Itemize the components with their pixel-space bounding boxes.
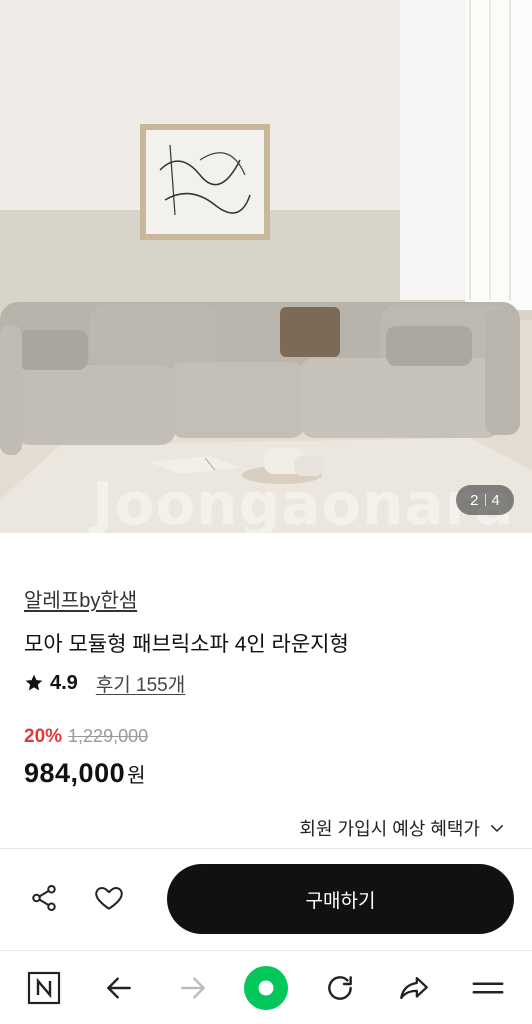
counter-current: 2	[470, 491, 479, 509]
sofa-photo	[0, 0, 532, 533]
counter-separator	[484, 494, 486, 506]
final-price: 984,000 원	[24, 758, 146, 789]
rating-score: 4.9	[50, 671, 78, 694]
discount-rate: 20%	[24, 726, 63, 747]
purchase-action-bar: 구매하기	[0, 849, 532, 949]
benefit-label: 회원 가입시 예상 혜택가	[299, 819, 480, 839]
brand-link[interactable]: 알레프by한샘	[24, 584, 137, 613]
refresh-button[interactable]	[317, 965, 363, 1011]
menu-icon	[472, 982, 504, 994]
heart-icon	[95, 887, 123, 910]
forward-button[interactable]	[170, 965, 216, 1011]
chevron-down-icon	[491, 825, 503, 832]
rating-row: 4.9 후기 155개	[24, 670, 185, 696]
reviews-link[interactable]: 후기 155개	[96, 670, 185, 697]
back-button[interactable]	[96, 965, 142, 1011]
like-button[interactable]	[87, 876, 131, 920]
member-benefit-toggle[interactable]: 회원 가입시 예상 혜택가	[299, 815, 506, 841]
menu-button[interactable]	[465, 965, 511, 1011]
star-icon	[25, 674, 43, 691]
share-page-button[interactable]	[391, 965, 437, 1011]
green-home-icon	[244, 966, 288, 1010]
browser-toolbar	[0, 951, 532, 1024]
share-arrow-icon	[400, 976, 428, 1000]
counter-total: 4	[491, 491, 500, 509]
price-unit: 원	[127, 765, 146, 787]
naver-home-button[interactable]	[21, 965, 67, 1011]
watermark-text: Joongaonara	[92, 470, 515, 533]
original-price: 1,229,000	[68, 726, 149, 746]
product-image[interactable]: Joongaonara 2 4	[0, 0, 532, 533]
buy-button[interactable]: 구매하기	[167, 864, 514, 934]
naver-n-icon	[27, 971, 61, 1005]
share-icon	[32, 885, 56, 911]
image-counter: 2 4	[456, 485, 514, 515]
product-title: 모아 모듈형 패브릭소파 4인 라운지형	[24, 633, 349, 656]
share-button[interactable]	[22, 876, 66, 920]
price-amount: 984,000	[24, 758, 126, 788]
back-arrow-icon	[107, 977, 131, 999]
forward-arrow-icon	[181, 977, 205, 999]
discount-row: 20% 1,229,000	[24, 726, 148, 748]
refresh-icon	[328, 976, 352, 1000]
green-dot-button[interactable]	[243, 965, 289, 1011]
